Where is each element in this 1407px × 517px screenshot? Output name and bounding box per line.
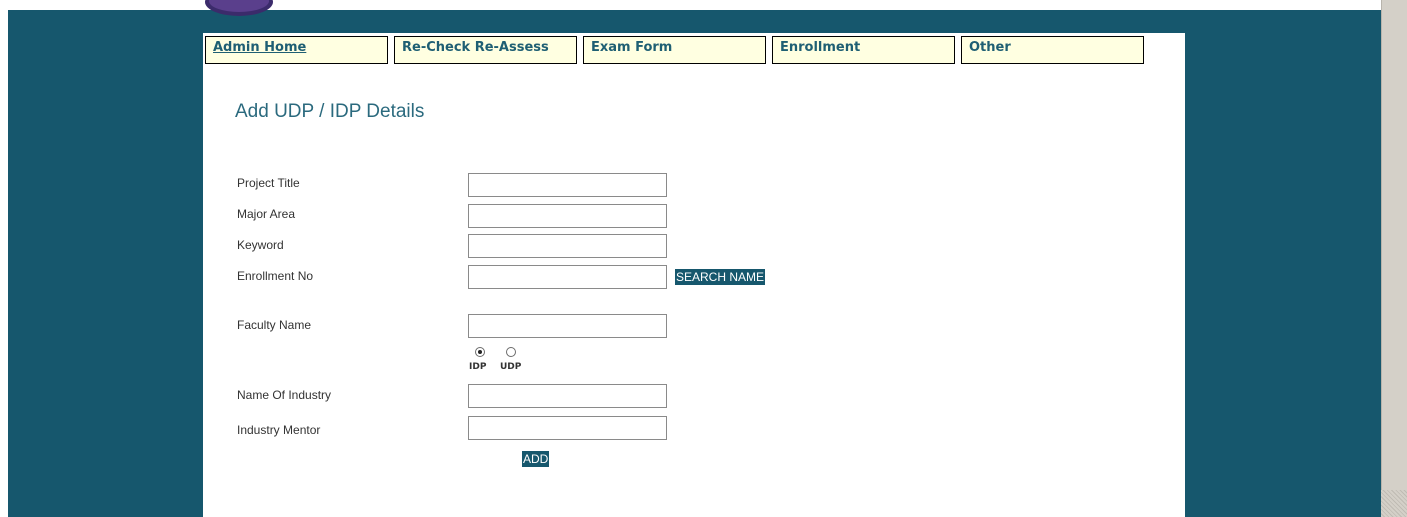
name-of-industry-input[interactable] bbox=[468, 384, 667, 408]
tab-enrollment[interactable]: Enrollment bbox=[772, 36, 955, 64]
logo bbox=[200, 0, 278, 20]
add-button[interactable]: ADD bbox=[522, 451, 550, 467]
page-title: Add UDP / IDP Details bbox=[235, 101, 425, 122]
enrollment-no-input[interactable] bbox=[468, 265, 667, 289]
tab-exam-form[interactable]: Exam Form bbox=[583, 36, 766, 64]
project-title-label: Project Title bbox=[237, 176, 300, 190]
project-title-input[interactable] bbox=[468, 173, 667, 197]
vertical-scrollbar[interactable] bbox=[1381, 0, 1407, 517]
idp-radio[interactable] bbox=[475, 347, 485, 357]
industry-mentor-input[interactable] bbox=[468, 416, 667, 440]
tab-admin-home[interactable]: Admin Home bbox=[205, 36, 388, 64]
tab-exam-form-label: Exam Form bbox=[591, 40, 673, 55]
major-area-input[interactable] bbox=[468, 204, 667, 228]
enrollment-no-label: Enrollment No bbox=[237, 269, 314, 283]
idp-radio-label: IDP bbox=[469, 362, 487, 372]
name-of-industry-label: Name Of Industry bbox=[237, 388, 332, 402]
udp-radio[interactable] bbox=[506, 347, 516, 357]
scrollbar-grip[interactable] bbox=[1381, 490, 1407, 517]
industry-mentor-label: Industry Mentor bbox=[237, 423, 321, 437]
search-name-button[interactable]: SEARCH NAME bbox=[675, 269, 766, 285]
faculty-name-label: Faculty Name bbox=[237, 318, 312, 332]
keyword-input[interactable] bbox=[468, 234, 667, 258]
tab-admin-home-label: Admin Home bbox=[213, 40, 307, 55]
udp-radio-label: UDP bbox=[500, 362, 522, 372]
tab-enrollment-label: Enrollment bbox=[780, 40, 861, 55]
major-area-label: Major Area bbox=[237, 207, 296, 221]
tab-re-check-re-assess[interactable]: Re-Check Re-Assess bbox=[394, 36, 577, 64]
tab-other-label: Other bbox=[969, 40, 1011, 55]
tab-other[interactable]: Other bbox=[961, 36, 1144, 64]
faculty-name-input[interactable] bbox=[468, 314, 667, 338]
tab-re-check-label: Re-Check Re-Assess bbox=[402, 40, 549, 55]
keyword-label: Keyword bbox=[237, 238, 284, 252]
